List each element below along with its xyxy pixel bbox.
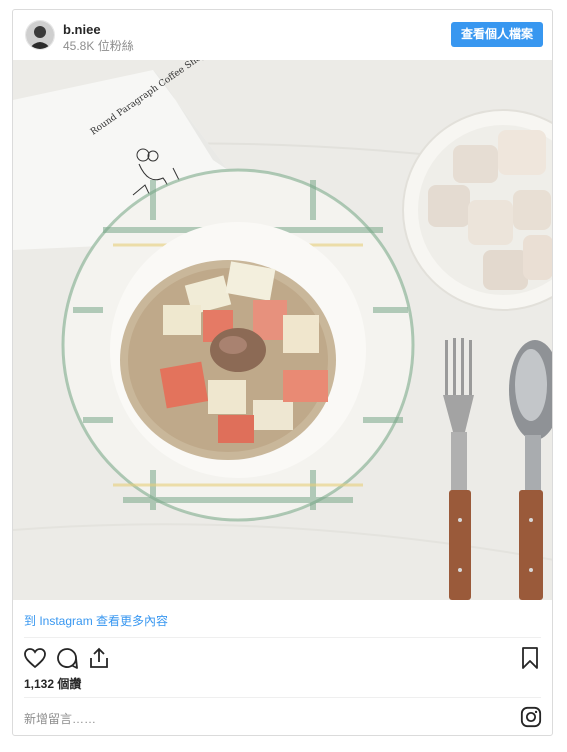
instagram-icon[interactable] [520, 706, 542, 728]
avatar[interactable] [25, 20, 55, 50]
action-bar [13, 646, 552, 676]
bookmark-icon[interactable] [518, 646, 542, 670]
divider [24, 637, 541, 638]
like-count[interactable]: 1,132 個讚 [24, 675, 81, 692]
post-header: b.niee 45.8K 位粉絲 查看個人檔案 [13, 10, 552, 60]
username[interactable]: b.niee [63, 22, 101, 37]
comment-icon[interactable] [55, 646, 79, 670]
heart-icon[interactable] [23, 646, 47, 670]
view-profile-button[interactable]: 查看個人檔案 [450, 22, 543, 47]
divider [24, 697, 541, 698]
share-icon[interactable] [87, 646, 111, 670]
view-more-link[interactable]: 到 Instagram 查看更多內容 [24, 612, 168, 629]
comment-input[interactable]: 新增留言…… [24, 710, 96, 727]
post-photo[interactable]: Round Paragraph Coffee Shop [13, 60, 552, 600]
oatmeal-plate [61, 168, 415, 522]
follower-count: 45.8K 位粉絲 [63, 39, 134, 53]
instagram-embed-card: b.niee 45.8K 位粉絲 查看個人檔案 Round Paragraph [12, 9, 553, 736]
